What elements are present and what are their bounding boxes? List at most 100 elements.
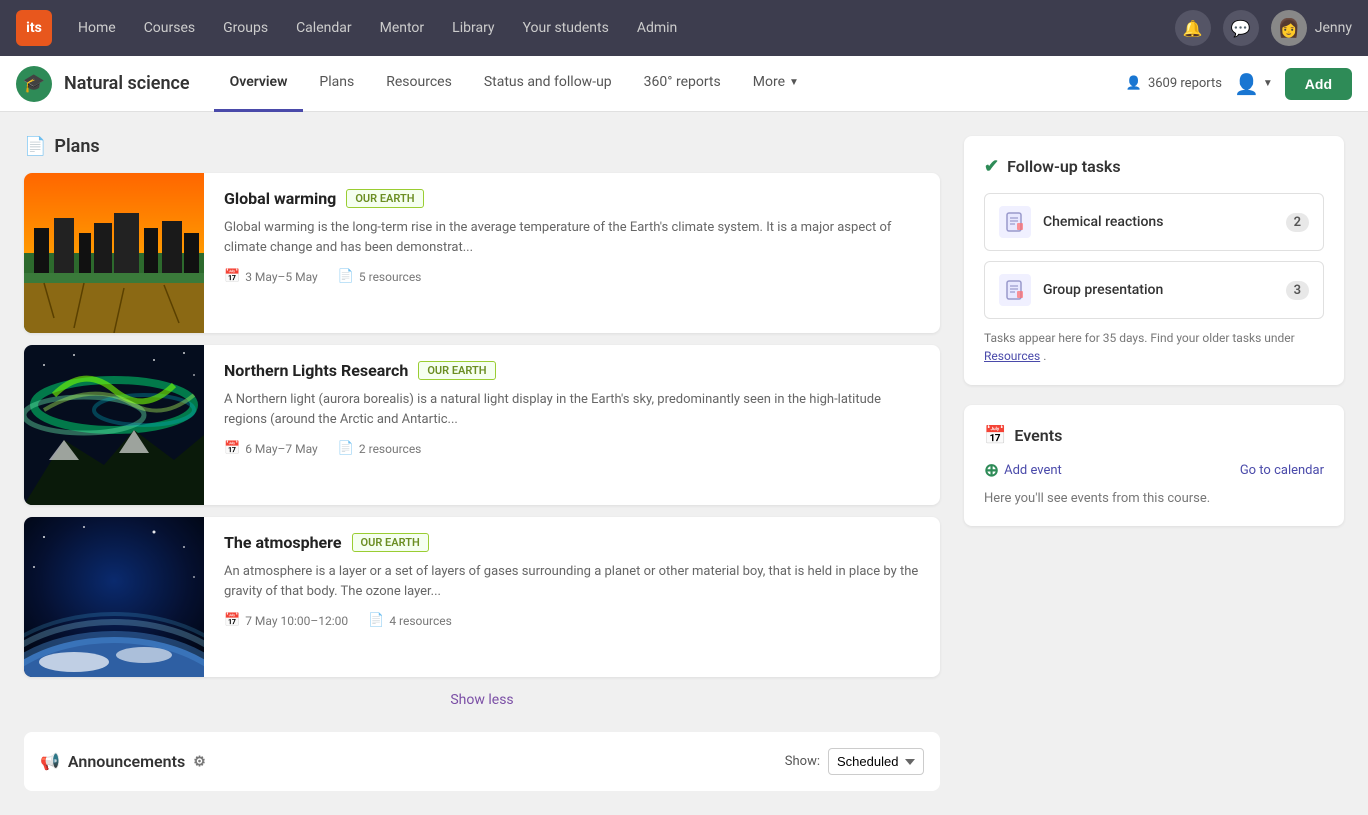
plan-tag-atmosphere: OUR EARTH xyxy=(352,533,429,552)
tab-overview[interactable]: Overview xyxy=(214,56,304,112)
calendar-icon-2: 📅 xyxy=(224,441,240,456)
user-switcher[interactable]: 👤 ▼ xyxy=(1234,72,1273,96)
doc-icon-group xyxy=(999,274,1031,306)
announcements-header: 📢 Announcements ⚙ Show: Scheduled All Dr… xyxy=(40,748,924,775)
plan-date-atmosphere: 📅 7 May 10:00–12:00 xyxy=(224,613,348,628)
plan-resources-northern-lights: 📄 2 resources xyxy=(338,441,422,456)
nav-admin[interactable]: Admin xyxy=(627,12,687,44)
nav-your-students[interactable]: Your students xyxy=(513,12,619,44)
events-title: Events xyxy=(1014,426,1062,445)
top-navigation: its Home Courses Groups Calendar Mentor … xyxy=(0,0,1368,56)
add-button[interactable]: Add xyxy=(1285,68,1352,100)
plan-date-northern-lights: 📅 6 May–7 May xyxy=(224,441,318,456)
plan-content-northern-lights: Northern Lights Research OUR EARTH A Nor… xyxy=(204,345,940,505)
course-title: Natural science xyxy=(64,73,190,94)
show-less-link[interactable]: Show less xyxy=(450,692,513,708)
show-label: Show: xyxy=(785,754,820,769)
nav-calendar[interactable]: Calendar xyxy=(286,12,362,44)
plan-content-atmosphere: The atmosphere OUR EARTH An atmosphere i… xyxy=(204,517,940,677)
follow-up-section: ✔ Follow-up tasks Chemical reaction xyxy=(964,136,1344,385)
follow-up-count-chemical: 2 xyxy=(1286,213,1309,232)
app-logo[interactable]: its xyxy=(16,10,52,46)
calendar-icon-3: 📅 xyxy=(224,613,240,628)
notification-bell-button[interactable]: 🔔 xyxy=(1175,10,1211,46)
announcements-icon: 📢 xyxy=(40,752,60,771)
plans-section-header: 📄 Plans xyxy=(24,136,940,157)
plan-resources-atmosphere: 📄 4 resources xyxy=(368,613,452,628)
tab-360-reports[interactable]: 360° reports xyxy=(628,56,737,112)
right-panel: ✔ Follow-up tasks Chemical reaction xyxy=(964,136,1344,791)
plan-date-global-warming: 📅 3 May–5 May xyxy=(224,269,318,284)
reports-count: 3609 reports xyxy=(1148,76,1222,91)
follow-up-header: ✔ Follow-up tasks xyxy=(984,156,1324,177)
add-event-button[interactable]: ⊕ Add event xyxy=(984,460,1062,481)
doc-icon-chemical xyxy=(999,206,1031,238)
follow-up-item-left-chemical: Chemical reactions xyxy=(999,206,1163,238)
checkmark-icon: ✔ xyxy=(984,156,999,177)
reports-badge[interactable]: 👤 3609 reports xyxy=(1126,76,1222,91)
global-warming-image xyxy=(24,173,204,333)
calendar-icon: 📅 xyxy=(224,269,240,284)
plan-title-northern-lights: Northern Lights Research xyxy=(224,361,408,380)
messages-button[interactable]: 💬 xyxy=(1223,10,1259,46)
plan-tag-global-warming: OUR EARTH xyxy=(346,189,423,208)
plan-desc-global-warming: Global warming is the long-term rise in … xyxy=(224,218,920,257)
resources-icon: 📄 xyxy=(338,269,354,284)
plan-card-global-warming[interactable]: Global warming OUR EARTH Global warming … xyxy=(24,173,940,333)
sub-nav-right: 👤 3609 reports 👤 ▼ Add xyxy=(1126,68,1352,100)
left-panel: 📄 Plans xyxy=(24,136,940,791)
resources-icon-2: 📄 xyxy=(338,441,354,456)
go-to-calendar-link[interactable]: Go to calendar xyxy=(1240,463,1324,478)
reports-icon: 👤 xyxy=(1126,76,1142,91)
events-empty-text: Here you'll see events from this course. xyxy=(984,491,1324,506)
user-name: Jenny xyxy=(1315,20,1352,36)
events-section: 📅 Events ⊕ Add event Go to calendar Here… xyxy=(964,405,1344,526)
plans-icon: 📄 xyxy=(24,136,46,157)
follow-up-item-group[interactable]: Group presentation 3 xyxy=(984,261,1324,319)
plan-title-row-atmosphere: The atmosphere OUR EARTH xyxy=(224,533,920,552)
tab-status-followup[interactable]: Status and follow-up xyxy=(468,56,628,112)
announcements-title-row: 📢 Announcements ⚙ xyxy=(40,752,206,771)
nav-groups[interactable]: Groups xyxy=(213,12,278,44)
plan-resources-global-warming: 📄 5 resources xyxy=(338,269,422,284)
tab-more[interactable]: More ▼ xyxy=(737,56,815,112)
show-select-area: Show: Scheduled All Draft xyxy=(785,748,924,775)
plan-title-global-warming: Global warming xyxy=(224,189,336,208)
nav-mentor[interactable]: Mentor xyxy=(370,12,435,44)
follow-up-item-left-group: Group presentation xyxy=(999,274,1163,306)
follow-up-count-group: 3 xyxy=(1286,281,1309,300)
nav-library[interactable]: Library xyxy=(442,12,504,44)
gear-icon[interactable]: ⚙ xyxy=(193,754,206,770)
follow-up-label-group: Group presentation xyxy=(1043,282,1163,298)
nav-home[interactable]: Home xyxy=(68,12,126,44)
follow-up-item-chemical[interactable]: Chemical reactions 2 xyxy=(984,193,1324,251)
tab-resources[interactable]: Resources xyxy=(370,56,468,112)
main-content: 📄 Plans xyxy=(0,112,1368,815)
announcements-title: Announcements xyxy=(68,752,185,771)
show-select-dropdown[interactable]: Scheduled All Draft xyxy=(828,748,924,775)
plan-card-atmosphere[interactable]: The atmosphere OUR EARTH An atmosphere i… xyxy=(24,517,940,677)
announcements-section: 📢 Announcements ⚙ Show: Scheduled All Dr… xyxy=(24,732,940,791)
nav-courses[interactable]: Courses xyxy=(134,12,205,44)
resources-link[interactable]: Resources xyxy=(984,349,1040,363)
follow-up-title: Follow-up tasks xyxy=(1007,157,1121,176)
plan-thumbnail-northern-lights xyxy=(24,345,204,505)
show-less-section: Show less xyxy=(24,689,940,708)
plan-title-atmosphere: The atmosphere xyxy=(224,533,342,552)
follow-up-label-chemical: Chemical reactions xyxy=(1043,214,1163,230)
user-icon: 👤 xyxy=(1234,72,1259,96)
plan-thumbnail-atmosphere xyxy=(24,517,204,677)
avatar: 👩 xyxy=(1271,10,1307,46)
plans-title: Plans xyxy=(54,136,99,157)
plan-title-row-northern-lights: Northern Lights Research OUR EARTH xyxy=(224,361,920,380)
user-menu[interactable]: 👩 Jenny xyxy=(1271,10,1352,46)
plan-meta-northern-lights: 📅 6 May–7 May 📄 2 resources xyxy=(224,441,920,456)
tab-plans[interactable]: Plans xyxy=(303,56,370,112)
chevron-down-icon-user: ▼ xyxy=(1263,78,1273,89)
plan-desc-northern-lights: A Northern light (aurora borealis) is a … xyxy=(224,390,920,429)
plan-desc-atmosphere: An atmosphere is a layer or a set of lay… xyxy=(224,562,920,601)
atmosphere-image xyxy=(24,517,204,677)
resources-icon-3: 📄 xyxy=(368,613,384,628)
plan-card-northern-lights[interactable]: Northern Lights Research OUR EARTH A Nor… xyxy=(24,345,940,505)
sub-navigation: 🎓 Natural science Overview Plans Resourc… xyxy=(0,56,1368,112)
